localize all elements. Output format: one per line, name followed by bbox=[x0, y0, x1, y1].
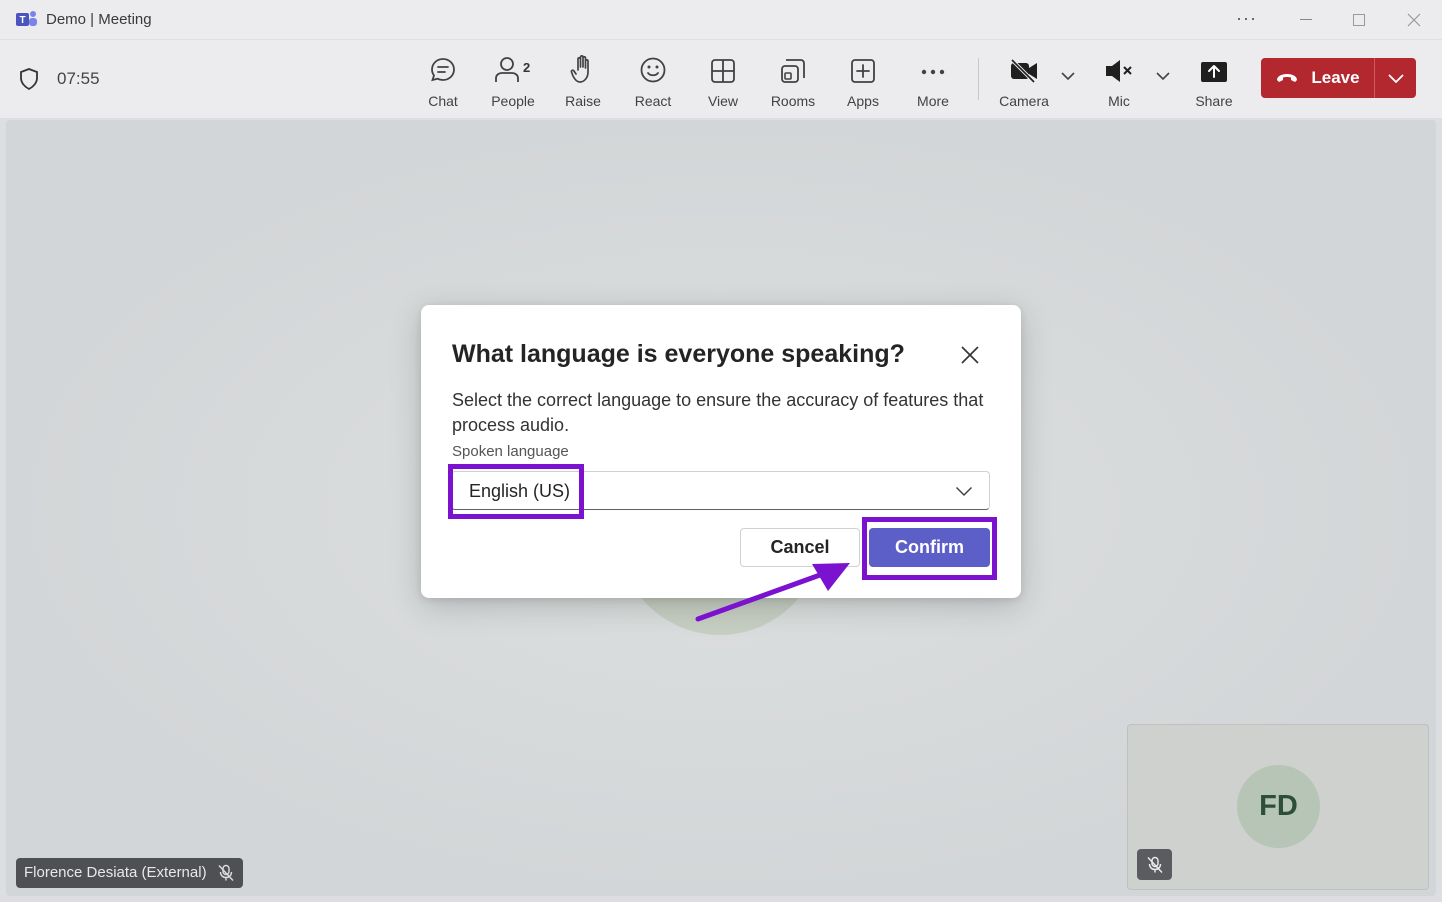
raise-label: Raise bbox=[565, 93, 601, 109]
share-label: Share bbox=[1195, 93, 1233, 109]
mic-options-chevron-icon[interactable] bbox=[1156, 71, 1170, 81]
minimize-icon bbox=[1300, 19, 1312, 20]
people-icon: 2 bbox=[495, 57, 530, 82]
rooms-icon bbox=[781, 59, 805, 83]
window-more-icon[interactable]: ··· bbox=[1236, 8, 1257, 29]
title-bar: T Demo | Meeting ··· bbox=[0, 0, 1442, 40]
leave-options-button[interactable] bbox=[1375, 58, 1416, 98]
share-icon bbox=[1201, 62, 1227, 82]
leave-label: Leave bbox=[1311, 68, 1360, 87]
grid-icon bbox=[711, 59, 735, 83]
leave-button-group: Leave bbox=[1261, 58, 1416, 98]
confirm-highlight-box bbox=[862, 517, 997, 580]
self-mic-status bbox=[1137, 849, 1172, 880]
ellipsis-icon bbox=[921, 69, 945, 75]
camera-label: Camera bbox=[999, 93, 1049, 109]
hang-up-icon bbox=[1277, 74, 1298, 82]
apps-button[interactable]: Apps bbox=[828, 52, 898, 110]
react-button[interactable]: React bbox=[618, 52, 688, 110]
meeting-toolbar: 07:55 Chat 2 People Raise React View Roo… bbox=[0, 40, 1442, 118]
annotation-arrow-icon bbox=[695, 563, 850, 622]
language-highlight-box bbox=[448, 464, 584, 519]
view-button[interactable]: View bbox=[688, 52, 758, 110]
people-label: People bbox=[491, 93, 535, 109]
dialog-description: Select the correct language to ensure th… bbox=[452, 390, 984, 435]
close-icon[interactable] bbox=[959, 344, 981, 366]
smile-icon bbox=[640, 57, 666, 83]
mic-off-icon bbox=[218, 864, 234, 881]
shield-icon[interactable] bbox=[18, 67, 40, 91]
raise-hand-button[interactable]: Raise bbox=[548, 52, 618, 110]
mic-button[interactable]: Mic bbox=[1084, 52, 1154, 110]
chat-button[interactable]: Chat bbox=[408, 52, 478, 110]
meeting-timer: 07:55 bbox=[57, 69, 100, 88]
camera-button[interactable]: Camera bbox=[989, 52, 1059, 110]
participant-name-tag: Florence Desiata (External) bbox=[16, 858, 243, 888]
hand-icon bbox=[570, 55, 589, 83]
teams-logo-icon: T bbox=[16, 11, 37, 26]
window-title: Demo | Meeting bbox=[46, 11, 152, 28]
close-window-button[interactable] bbox=[1402, 8, 1426, 32]
camera-off-icon bbox=[1010, 58, 1037, 84]
maximize-icon bbox=[1353, 14, 1365, 26]
self-avatar: FD bbox=[1237, 765, 1320, 848]
svg-text:T: T bbox=[19, 15, 25, 26]
chevron-down-icon bbox=[1387, 74, 1404, 83]
people-count: 2 bbox=[523, 60, 530, 75]
close-icon bbox=[1407, 13, 1421, 27]
mic-off-icon bbox=[1146, 856, 1163, 873]
toolbar-divider bbox=[978, 58, 979, 100]
speaker-mute-icon bbox=[1106, 60, 1132, 82]
react-label: React bbox=[634, 93, 672, 109]
chevron-down-icon bbox=[955, 486, 973, 497]
dialog-title: What language is everyone speaking? bbox=[452, 340, 905, 368]
minimize-button[interactable] bbox=[1294, 8, 1318, 32]
apps-label: Apps bbox=[847, 93, 879, 109]
rooms-button[interactable]: Rooms bbox=[758, 52, 828, 110]
spoken-language-label: Spoken language bbox=[452, 443, 569, 460]
share-button[interactable]: Share bbox=[1179, 52, 1249, 110]
maximize-button[interactable] bbox=[1347, 8, 1371, 32]
self-video-tile[interactable]: FD bbox=[1127, 724, 1429, 890]
more-label: More bbox=[917, 93, 949, 109]
leave-button[interactable]: Leave bbox=[1261, 58, 1375, 98]
chat-icon bbox=[431, 58, 455, 82]
mic-label: Mic bbox=[1108, 93, 1130, 109]
rooms-label: Rooms bbox=[770, 93, 816, 109]
chat-label: Chat bbox=[428, 93, 458, 109]
view-label: View bbox=[707, 93, 739, 109]
people-button[interactable]: 2 People bbox=[478, 52, 548, 110]
more-button[interactable]: More bbox=[898, 52, 968, 110]
plus-square-icon bbox=[851, 59, 875, 83]
participant-name: Florence Desiata (External) bbox=[24, 864, 207, 881]
camera-options-chevron-icon[interactable] bbox=[1061, 71, 1075, 81]
